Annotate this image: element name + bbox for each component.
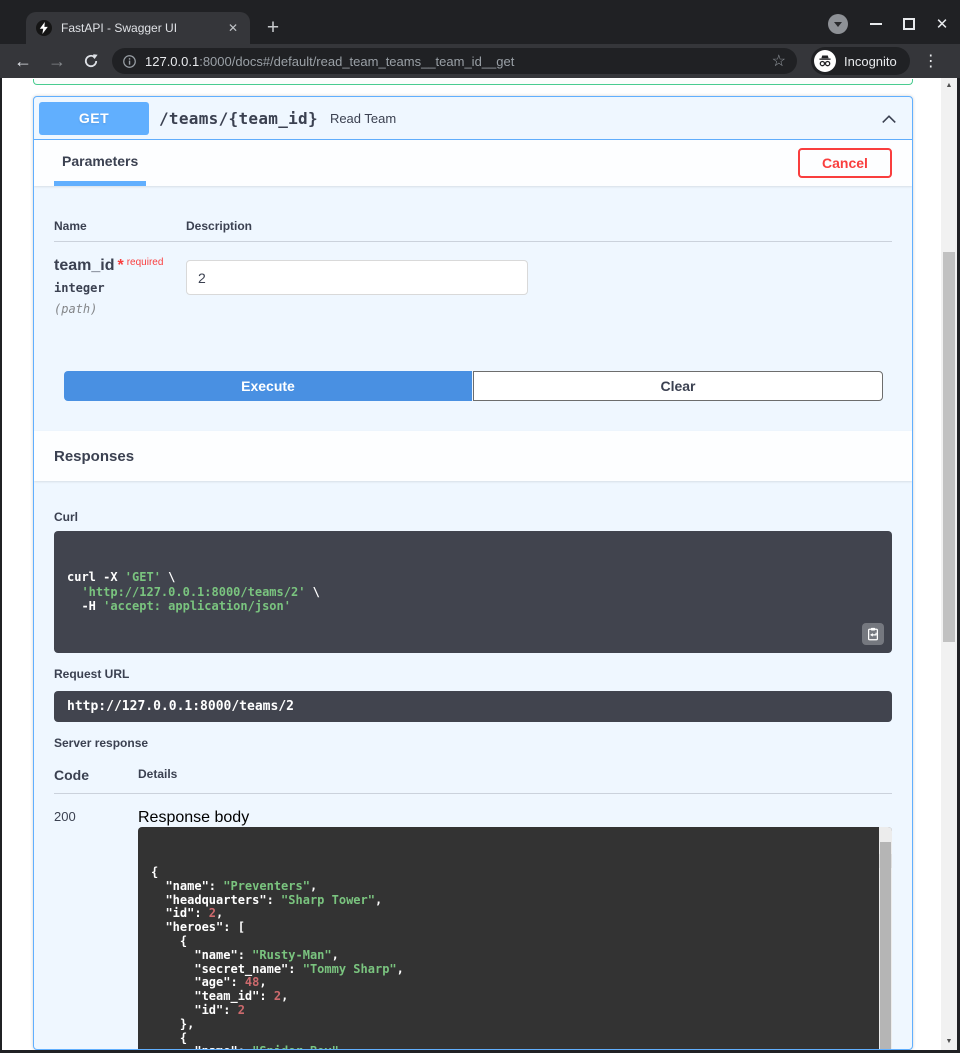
responses-title: Responses [54, 448, 134, 465]
browser-window: FastAPI - Swagger UI ✕ + ✕ ← → 127.0.0.1… [0, 0, 960, 1053]
new-tab-button[interactable]: + [258, 13, 288, 43]
param-type: integer [54, 281, 186, 295]
minimize-icon [870, 23, 882, 25]
execute-button[interactable]: Execute [64, 371, 472, 401]
required-label: required [127, 257, 164, 268]
page-scrollbar-thumb[interactable] [943, 252, 955, 642]
column-header-details: Details [138, 767, 177, 783]
param-name: team_id*required [54, 257, 186, 275]
execute-button-group: Execute Clear [64, 371, 883, 401]
maximize-button[interactable] [903, 18, 915, 30]
server-response-label: Server response [54, 736, 892, 750]
close-button[interactable]: ✕ [930, 12, 954, 36]
response-body-scrollbar[interactable]: ▲ [879, 827, 892, 1051]
response-body-block: { "name": "Preventers", "headquarters": … [138, 827, 892, 1051]
curl-code-block: curl -X 'GET' \ 'http://127.0.0.1:8000/t… [54, 531, 892, 653]
url-host: 127.0.0.1 [145, 54, 199, 69]
param-location: (path) [54, 302, 186, 316]
response-scrollbar-thumb[interactable] [880, 842, 891, 1051]
column-header-description: Description [186, 219, 252, 233]
tab-title: FastAPI - Swagger UI [61, 21, 226, 35]
tab-parameters[interactable]: Parameters [54, 140, 146, 186]
endpoint-block-get-teams: GET /teams/{team_id} Read Team Parameter… [33, 96, 913, 1050]
tab-strip: FastAPI - Swagger UI ✕ + ✕ [0, 0, 960, 44]
forward-button[interactable]: → [44, 48, 70, 74]
required-asterisk: * [117, 257, 123, 274]
response-body-label: Response body [138, 809, 892, 827]
browser-toolbar: ← → 127.0.0.1:8000/docs#/default/read_te… [0, 44, 960, 78]
endpoint-path: /teams/{team_id} [159, 109, 318, 128]
clipboard-icon [866, 627, 880, 641]
column-header-code: Code [54, 767, 138, 783]
browser-menu-button[interactable]: ⋮ [923, 51, 939, 71]
url-text: 127.0.0.1:8000/docs#/default/read_team_t… [145, 54, 764, 69]
tab-close-icon[interactable]: ✕ [226, 21, 240, 35]
reload-button[interactable] [78, 48, 104, 74]
url-bar[interactable]: 127.0.0.1:8000/docs#/default/read_team_t… [112, 48, 797, 74]
page-scrollbar[interactable]: ▲ ▼ [941, 78, 957, 1050]
swagger-ui: GET /teams/{team_id} Read Team Parameter… [33, 78, 913, 1050]
previous-endpoint-block-edge [33, 79, 913, 85]
site-info-icon[interactable] [123, 55, 136, 68]
page-scroll-up-icon[interactable]: ▲ [941, 78, 957, 92]
curl-label: Curl [54, 510, 892, 524]
request-url-label: Request URL [54, 667, 892, 681]
browser-tab[interactable]: FastAPI - Swagger UI ✕ [26, 12, 250, 44]
tab-search-button[interactable] [828, 14, 848, 34]
parameters-table: Name Description team_id*required intege… [34, 186, 912, 316]
incognito-label: Incognito [844, 54, 897, 69]
method-badge: GET [39, 102, 149, 135]
parameter-row: team_id*required integer (path) [54, 242, 892, 316]
param-value-input[interactable] [186, 260, 528, 295]
bookmark-star-icon[interactable]: ☆ [772, 51, 786, 71]
minimize-button[interactable] [868, 17, 884, 31]
fastapi-favicon-icon [36, 20, 52, 36]
copy-to-clipboard-button[interactable] [862, 623, 884, 645]
chevron-down-icon [834, 22, 842, 27]
back-button[interactable]: ← [10, 48, 36, 74]
collapse-chevron-icon[interactable] [881, 111, 897, 125]
incognito-icon [814, 50, 836, 72]
status-code: 200 [54, 809, 138, 1051]
responses-header: Responses [34, 431, 912, 481]
endpoint-summary-text: Read Team [330, 111, 396, 126]
request-url-block: http://127.0.0.1:8000/teams/2 [54, 691, 892, 722]
endpoint-summary[interactable]: GET /teams/{team_id} Read Team [34, 97, 912, 140]
response-table-header: Code Details [54, 767, 892, 794]
page-scroll-down-icon[interactable]: ▼ [941, 1034, 957, 1048]
response-row-200: 200 Response body { "name": "Preventers"… [54, 809, 892, 1051]
parameters-header: Parameters Cancel [34, 140, 912, 186]
responses-body: Curl curl -X 'GET' \ 'http://127.0.0.1:8… [34, 481, 912, 1050]
column-header-name: Name [54, 219, 186, 233]
cancel-button[interactable]: Cancel [798, 148, 892, 178]
clear-button[interactable]: Clear [473, 371, 883, 401]
incognito-badge: Incognito [811, 47, 910, 75]
reload-icon [83, 53, 99, 69]
page-content: GET /teams/{team_id} Read Team Parameter… [2, 78, 957, 1050]
url-path: :8000/docs#/default/read_team_teams__tea… [199, 54, 514, 69]
